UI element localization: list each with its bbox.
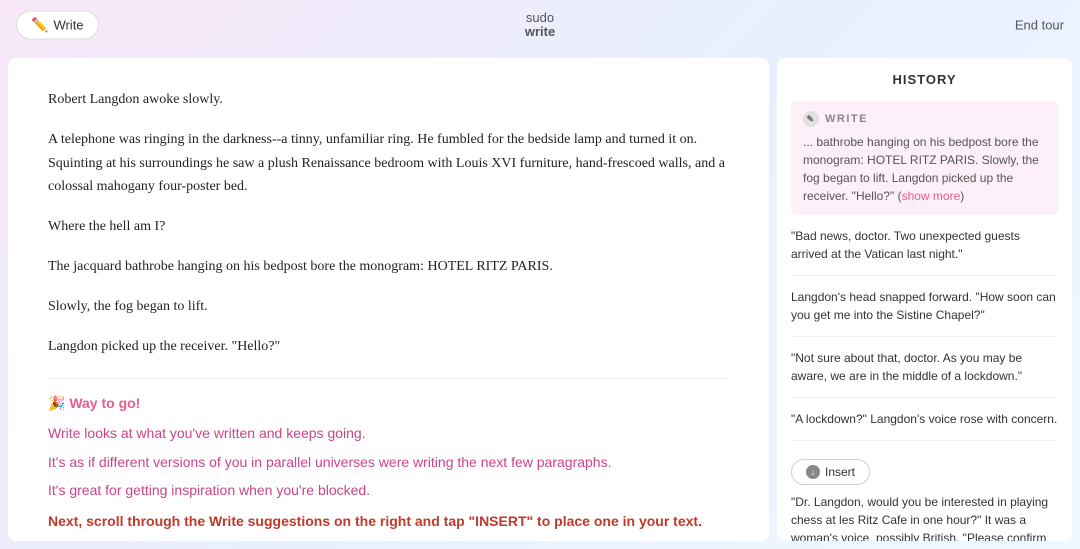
paragraph-3: Where the hell am I? bbox=[48, 215, 729, 239]
insert-button-container-1: ↓ Insert bbox=[791, 453, 1058, 493]
pen-icon: ✏️ bbox=[31, 17, 48, 34]
end-tour-label: End tour bbox=[1015, 18, 1064, 33]
history-title: History bbox=[791, 72, 1058, 87]
history-write-text: ... bathrobe hanging on his bedpost bore… bbox=[803, 133, 1046, 205]
write-entry-icon: ✎ bbox=[803, 111, 819, 127]
main-content: Robert Langdon awoke slowly. A telephone… bbox=[0, 50, 1080, 549]
insert-icon-1: ↓ bbox=[806, 465, 820, 479]
editor-text: Robert Langdon awoke slowly. A telephone… bbox=[48, 88, 729, 358]
history-panel[interactable]: History ✎ WRITE ... bathrobe hanging on … bbox=[777, 58, 1072, 541]
history-item-4: "A lockdown?" Langdon's voice rose with … bbox=[791, 410, 1058, 441]
paragraph-4: The jacquard bathrobe hanging on his bed… bbox=[48, 255, 729, 279]
suggestion-desc-2: It's as if different versions of you in … bbox=[48, 451, 729, 473]
logo-line2: write bbox=[525, 25, 555, 39]
suggestion-desc-1: Write looks at what you've written and k… bbox=[48, 422, 729, 444]
app-logo: sudo write bbox=[525, 11, 555, 40]
paragraph-5: Slowly, the fog began to lift. bbox=[48, 295, 729, 319]
history-write-label: ✎ WRITE bbox=[803, 111, 1046, 127]
paragraph-2: A telephone was ringing in the darkness-… bbox=[48, 128, 729, 199]
suggestion-header: 🎉 Way to go! bbox=[48, 395, 729, 412]
show-more-link[interactable]: show more bbox=[902, 189, 961, 203]
logo-line1: sudo bbox=[526, 11, 554, 25]
end-tour-button[interactable]: End tour bbox=[1015, 18, 1064, 33]
history-item-1: "Bad news, doctor. Two unexpected guests… bbox=[791, 227, 1058, 276]
suggestion-desc-3: It's great for getting inspiration when … bbox=[48, 479, 729, 501]
history-item-5: "Dr. Langdon, would you be interested in… bbox=[791, 493, 1058, 541]
history-item-2: Langdon's head snapped forward. "How soo… bbox=[791, 288, 1058, 337]
paragraph-1: Robert Langdon awoke slowly. bbox=[48, 88, 729, 112]
topbar: ✏️ Write sudo write End tour bbox=[0, 0, 1080, 50]
history-write-entry: ✎ WRITE ... bathrobe hanging on his bedp… bbox=[791, 101, 1058, 215]
write-suggestions: 🎉 Way to go! Write looks at what you've … bbox=[48, 378, 729, 532]
insert-button-1[interactable]: ↓ Insert bbox=[791, 459, 870, 485]
write-button[interactable]: ✏️ Write bbox=[16, 11, 99, 40]
history-item-3: "Not sure about that, doctor. As you may… bbox=[791, 349, 1058, 398]
paragraph-6: Langdon picked up the receiver. "Hello?" bbox=[48, 335, 729, 359]
editor-panel[interactable]: Robert Langdon awoke slowly. A telephone… bbox=[8, 58, 769, 541]
write-button-label: Write bbox=[53, 18, 83, 33]
suggestion-cta: Next, scroll through the Write suggestio… bbox=[48, 510, 729, 532]
